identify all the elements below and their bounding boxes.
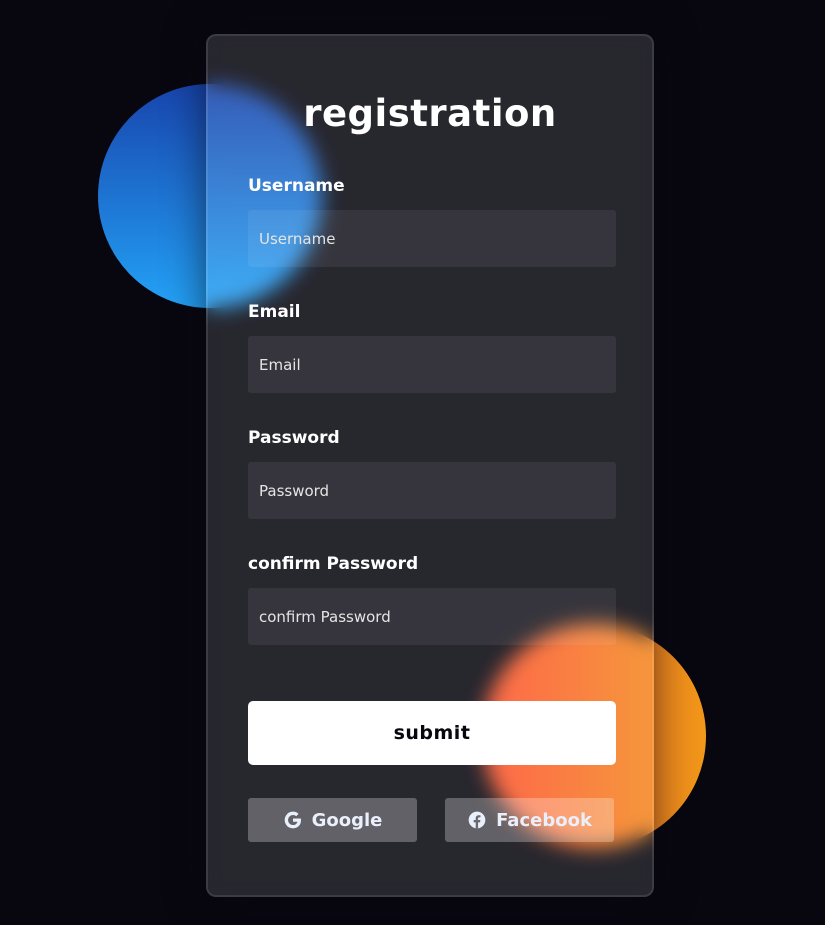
submit-button[interactable]: submit [248, 701, 616, 765]
registration-form: registration Username Email Password con… [206, 34, 654, 897]
facebook-login-button[interactable]: Facebook [445, 798, 614, 842]
email-label: Email [248, 302, 301, 322]
confirm-password-label: confirm Password [248, 554, 419, 574]
confirm-password-input[interactable] [248, 588, 616, 645]
facebook-label: Facebook [496, 809, 592, 831]
google-login-button[interactable]: Google [248, 798, 417, 842]
username-input[interactable] [248, 210, 616, 267]
page: registration Username Email Password con… [0, 0, 825, 925]
form-title: registration [303, 92, 557, 135]
password-label: Password [248, 428, 340, 448]
google-icon [283, 810, 303, 830]
facebook-icon [467, 810, 487, 830]
username-label: Username [248, 176, 345, 196]
google-label: Google [311, 809, 383, 831]
password-input[interactable] [248, 462, 616, 519]
email-input[interactable] [248, 336, 616, 393]
